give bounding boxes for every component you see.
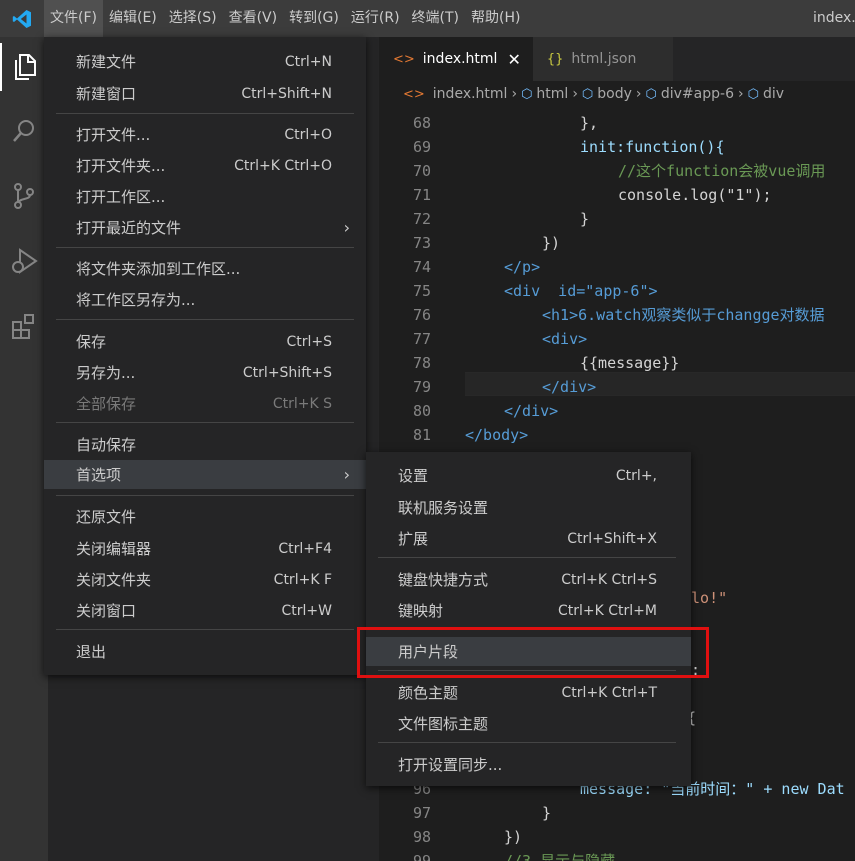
menu-separator: [56, 495, 354, 496]
html-file-icon: <>: [403, 86, 425, 102]
chevron-right-icon: ›: [511, 86, 518, 102]
code-line: 72}: [412, 210, 590, 228]
menu-item-open-file[interactable]: 打开文件... Ctrl+O: [44, 120, 366, 149]
menu-item-save-as[interactable]: 另存为... Ctrl+Shift+S: [44, 358, 366, 387]
menu-separator: [56, 422, 354, 423]
menu-item-close-editor[interactable]: 关闭编辑器 Ctrl+F4: [44, 534, 366, 563]
element-icon: ⬡: [645, 86, 657, 102]
code-line: 99//3.显示与隐藏: [412, 852, 616, 861]
menu-view[interactable]: 查看(V): [223, 0, 284, 37]
chevron-right-icon: ›: [572, 86, 578, 102]
breadcrumb-item[interactable]: div#app-6: [661, 86, 734, 102]
extensions-icon[interactable]: [0, 302, 48, 350]
editor-tabs: <> index.html ✕ {} html.json: [379, 37, 855, 81]
menu-item-auto-save[interactable]: 自动保存: [44, 430, 366, 459]
menu-separator: [56, 629, 354, 630]
chevron-right-icon: ›: [343, 465, 350, 484]
window-title: index.: [813, 10, 855, 26]
search-icon[interactable]: [0, 107, 48, 155]
menu-item-color-theme[interactable]: 颜色主题 Ctrl+K Ctrl+T: [366, 678, 691, 707]
element-icon: ⬡: [747, 86, 759, 102]
menu-item-keymaps[interactable]: 键映射 Ctrl+K Ctrl+M: [366, 596, 691, 625]
tab-label: index.html: [422, 51, 498, 67]
breadcrumb-item[interactable]: index.html: [433, 86, 508, 102]
code-line: 69 init:function(){: [412, 138, 725, 156]
menu-item-new-window[interactable]: 新建窗口 Ctrl+Shift+N: [44, 79, 366, 108]
menu-item-close-window[interactable]: 关闭窗口 Ctrl+W: [44, 596, 366, 625]
element-icon: ⬡: [581, 86, 594, 102]
code-line: 77 <div>: [412, 330, 588, 348]
menu-item-file-icon-theme[interactable]: 文件图标主题: [366, 709, 691, 738]
explorer-icon[interactable]: [0, 43, 48, 91]
code-line: 80 </div>: [412, 402, 559, 420]
vscode-logo-icon: [0, 0, 44, 37]
menu-item-exit[interactable]: 退出: [44, 637, 366, 666]
menu-edit[interactable]: 编辑(E): [103, 0, 163, 37]
menu-item-save-all[interactable]: 全部保存 Ctrl+K S: [44, 389, 366, 418]
code-line: 73}): [412, 234, 561, 252]
code-line: 68},: [412, 114, 599, 132]
html-file-icon: <>: [393, 51, 415, 67]
menu-file[interactable]: 文件(F): [44, 0, 103, 37]
code-line: 98}): [412, 828, 523, 846]
code-line: 70//这个function会被vue调用: [412, 162, 826, 180]
menu-item-open-folder[interactable]: 打开文件夹... Ctrl+K Ctrl+O: [44, 151, 366, 180]
code-line: 81 </body>: [412, 426, 529, 444]
json-file-icon: {}: [546, 51, 564, 67]
activity-bar: [0, 37, 48, 861]
menu-run[interactable]: 运行(R): [345, 0, 406, 37]
chevron-right-icon: ›: [635, 86, 642, 102]
breadcrumb-item[interactable]: html: [536, 86, 568, 102]
menu-separator: [378, 742, 676, 743]
element-icon: ⬡: [521, 86, 533, 102]
code-line: 78 {{message}}: [412, 354, 680, 372]
menu-item-open-recent[interactable]: 打开最近的文件 ›: [44, 213, 366, 242]
menu-item-save[interactable]: 保存 Ctrl+S: [44, 327, 366, 356]
tab-index-html[interactable]: <> index.html ✕: [379, 37, 533, 81]
tab-html-json[interactable]: {} html.json: [532, 37, 673, 81]
code-line: 71 console.log("1");: [412, 186, 772, 204]
source-control-icon[interactable]: [0, 172, 48, 220]
code-line: 97}: [412, 804, 552, 822]
menu-item-add-folder-to-workspace[interactable]: 将文件夹添加到工作区...: [44, 254, 366, 283]
close-icon[interactable]: ✕: [507, 50, 520, 69]
menu-item-revert-file[interactable]: 还原文件: [44, 502, 366, 531]
menu-separator: [378, 557, 676, 558]
menu-separator: [56, 247, 354, 248]
menu-item-turn-on-settings-sync[interactable]: 打开设置同步...: [366, 750, 691, 779]
menu-item-settings[interactable]: 设置 Ctrl+,: [366, 461, 691, 490]
menu-separator: [56, 113, 354, 114]
breadcrumb-item[interactable]: div: [763, 86, 784, 102]
menu-item-online-services-settings[interactable]: 联机服务设置: [366, 493, 691, 522]
menu-item-save-workspace-as[interactable]: 将工作区另存为...: [44, 285, 366, 314]
menu-item-open-workspace[interactable]: 打开工作区...: [44, 182, 366, 211]
menu-item-keyboard-shortcuts[interactable]: 键盘快捷方式 Ctrl+K Ctrl+S: [366, 565, 691, 594]
menu-help[interactable]: 帮助(H): [465, 0, 526, 37]
menu-selection[interactable]: 选择(S): [163, 0, 223, 37]
title-bar: 文件(F) 编辑(E) 选择(S) 查看(V) 转到(G) 运行(R) 终端(T…: [0, 0, 855, 37]
menu-item-close-folder[interactable]: 关闭文件夹 Ctrl+K F: [44, 565, 366, 594]
highlight-annotation-box: [357, 627, 709, 678]
code-line: 76 <h1>6.watch观察类似于changge对数据: [412, 306, 825, 324]
menu-item-new-file[interactable]: 新建文件 Ctrl+N: [44, 47, 366, 76]
code-line: 75 <div id="app-6">: [412, 282, 658, 300]
menu-bar: 文件(F) 编辑(E) 选择(S) 查看(V) 转到(G) 运行(R) 终端(T…: [44, 0, 526, 37]
preferences-submenu: 设置 Ctrl+, 联机服务设置 扩展 Ctrl+Shift+X 键盘快捷方式 Ctr…: [366, 452, 691, 786]
file-menu: 新建文件 Ctrl+N 新建窗口 Ctrl+Shift+N 打开文件... Ctrl+…: [44, 37, 366, 675]
breadcrumb: <> index.html › ⬡ html › ⬡ body › ⬡ div#…: [379, 81, 855, 107]
menu-item-preferences[interactable]: 首选项 ›: [44, 460, 366, 489]
breadcrumb-item[interactable]: body: [597, 86, 632, 102]
code-line: 79 </div>: [412, 378, 597, 396]
run-debug-icon[interactable]: [0, 237, 48, 285]
menu-terminal[interactable]: 终端(T): [406, 0, 465, 37]
menu-go[interactable]: 转到(G): [283, 0, 345, 37]
tab-label: html.json: [571, 51, 637, 67]
chevron-right-icon: ›: [343, 218, 350, 237]
menu-item-extensions[interactable]: 扩展 Ctrl+Shift+X: [366, 524, 691, 553]
chevron-right-icon: ›: [737, 86, 744, 102]
code-line: 74 </p>: [412, 258, 541, 276]
menu-separator: [56, 319, 354, 320]
